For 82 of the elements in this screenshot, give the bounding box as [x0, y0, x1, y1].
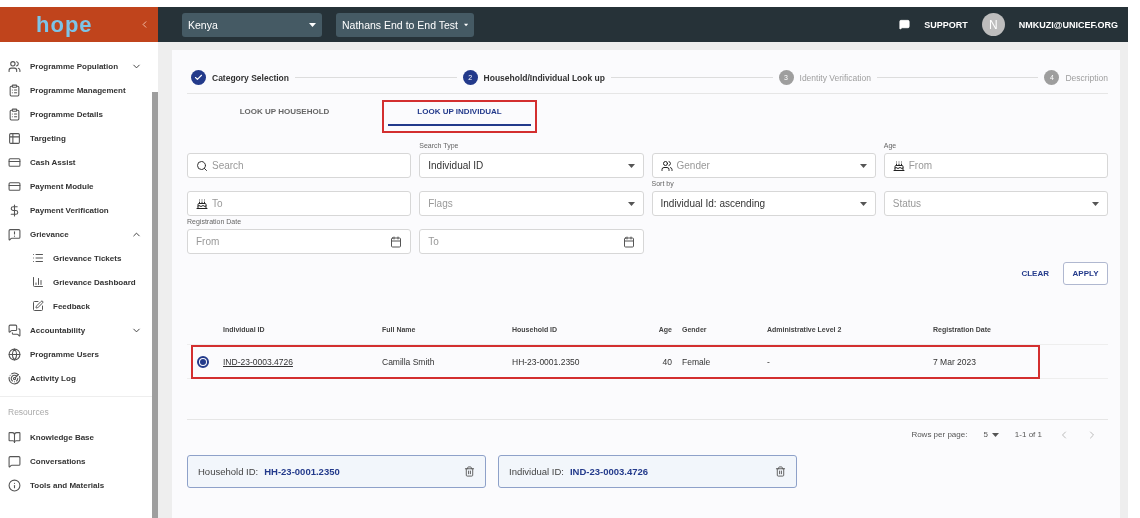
select-field[interactable]: Individual Id: ascending — [651, 191, 876, 216]
sidebar-item[interactable]: Accountability — [0, 318, 152, 342]
caret-icon — [859, 163, 867, 168]
chart-icon — [32, 276, 44, 288]
select-field[interactable]: Individual ID — [419, 153, 644, 178]
table-cell-text: 7 Mar 2023 — [933, 356, 977, 367]
sidebar-item[interactable]: Grievance — [0, 222, 152, 246]
step-label: Description — [1065, 72, 1108, 83]
support-link[interactable]: SUPPORT — [924, 19, 968, 30]
sidebar-item[interactable]: Tools and Materials — [0, 473, 152, 497]
chip-value: IND-23-0003.4726 — [569, 466, 650, 477]
table-cell-text: 40 — [661, 356, 673, 367]
people-icon — [660, 159, 673, 172]
scrollbar[interactable] — [152, 92, 158, 518]
caret-icon — [859, 201, 867, 206]
caret-icon — [309, 22, 316, 27]
caret-icon — [463, 22, 468, 27]
calendar-icon[interactable] — [622, 235, 635, 248]
chip-label: Individual ID: — [509, 466, 564, 477]
individual-link[interactable]: IND-23-0003.4726 — [223, 356, 382, 367]
sidebar-item[interactable]: Programme Population — [0, 54, 152, 78]
sidebar-subitem[interactable]: Grievance Dashboard — [0, 270, 152, 294]
sidebar-item[interactable]: Cash Assist — [0, 150, 152, 174]
sidebar-item[interactable]: Knowledge Base — [0, 425, 152, 449]
clipboard-icon — [8, 107, 21, 121]
support-icon — [899, 19, 911, 30]
user-email: NMKUZI@UNICEF.ORG — [1018, 19, 1118, 30]
tab[interactable]: LOOK UP INDIVIDUAL — [382, 100, 537, 133]
table-cell-text: - — [767, 356, 771, 367]
cake-icon — [892, 159, 905, 172]
step-label: Identity Verification — [799, 72, 871, 83]
edit-icon — [32, 300, 44, 312]
sidebar-item[interactable]: Conversations — [0, 449, 152, 473]
radio-button[interactable] — [197, 355, 209, 368]
clipboard-icon — [8, 83, 21, 97]
sidebar-item[interactable]: Payment Module — [0, 174, 152, 198]
list-icon — [32, 252, 44, 264]
alert-icon — [8, 227, 21, 241]
rows-per-page-label: Rows per page: — [911, 430, 968, 439]
step-label: Category Selection — [212, 72, 289, 83]
apply-button[interactable]: APPLY — [1063, 262, 1108, 285]
chip-label: Household ID: — [198, 466, 259, 477]
delete-icon[interactable] — [775, 466, 786, 477]
sidebar-subitem[interactable]: Feedback — [0, 294, 152, 318]
info-icon — [8, 478, 21, 492]
sidebar-item[interactable]: Programme Users — [0, 342, 152, 366]
sidebar-item[interactable]: Programme Details — [0, 102, 152, 126]
search-icon — [196, 159, 208, 172]
program-select[interactable]: Kenya — [182, 12, 322, 37]
sidebar-item[interactable]: Targeting — [0, 126, 152, 150]
table-cell-text: Female — [682, 356, 712, 367]
tab[interactable]: LOOK UP HOUSEHOLD — [207, 100, 362, 133]
table-cell-text: HH-23-0001.2350 — [512, 356, 581, 367]
delete-icon[interactable] — [464, 466, 475, 477]
card-icon — [8, 179, 21, 193]
book-icon — [8, 430, 21, 444]
people-icon — [8, 59, 21, 73]
chat-icon — [8, 323, 21, 337]
program-select[interactable]: Nathans End to End Test — [336, 12, 474, 37]
chip-value: HH-23-0001.2350 — [264, 466, 341, 477]
dollar-icon — [8, 203, 21, 217]
sidebar-item[interactable]: Payment Verification — [0, 198, 152, 222]
cake-icon — [196, 197, 208, 210]
caret-icon — [627, 201, 635, 206]
logo: hope — [36, 11, 93, 38]
caret-icon — [627, 163, 635, 168]
step-label: Household/Individual Look up — [483, 72, 605, 83]
caret-icon — [991, 432, 999, 437]
sidebar-item[interactable]: Activity Log — [0, 366, 152, 390]
table-icon — [8, 131, 21, 145]
calendar-icon[interactable] — [390, 235, 403, 248]
sidebar-item[interactable]: Programme Management — [0, 78, 152, 102]
radar-icon — [8, 371, 21, 385]
table-cell-text: Camilla Smith — [382, 356, 436, 367]
chat-icon — [8, 454, 21, 468]
page-range: 1-1 of 1 — [1014, 430, 1042, 439]
caret-icon — [1092, 201, 1099, 206]
card-icon — [8, 155, 21, 169]
clear-button[interactable]: CLEAR — [1015, 268, 1055, 279]
globe-icon — [8, 347, 21, 361]
rows-per-page-select[interactable]: 5 — [983, 430, 999, 439]
sidebar-subitem[interactable]: Grievance Tickets — [0, 246, 152, 270]
